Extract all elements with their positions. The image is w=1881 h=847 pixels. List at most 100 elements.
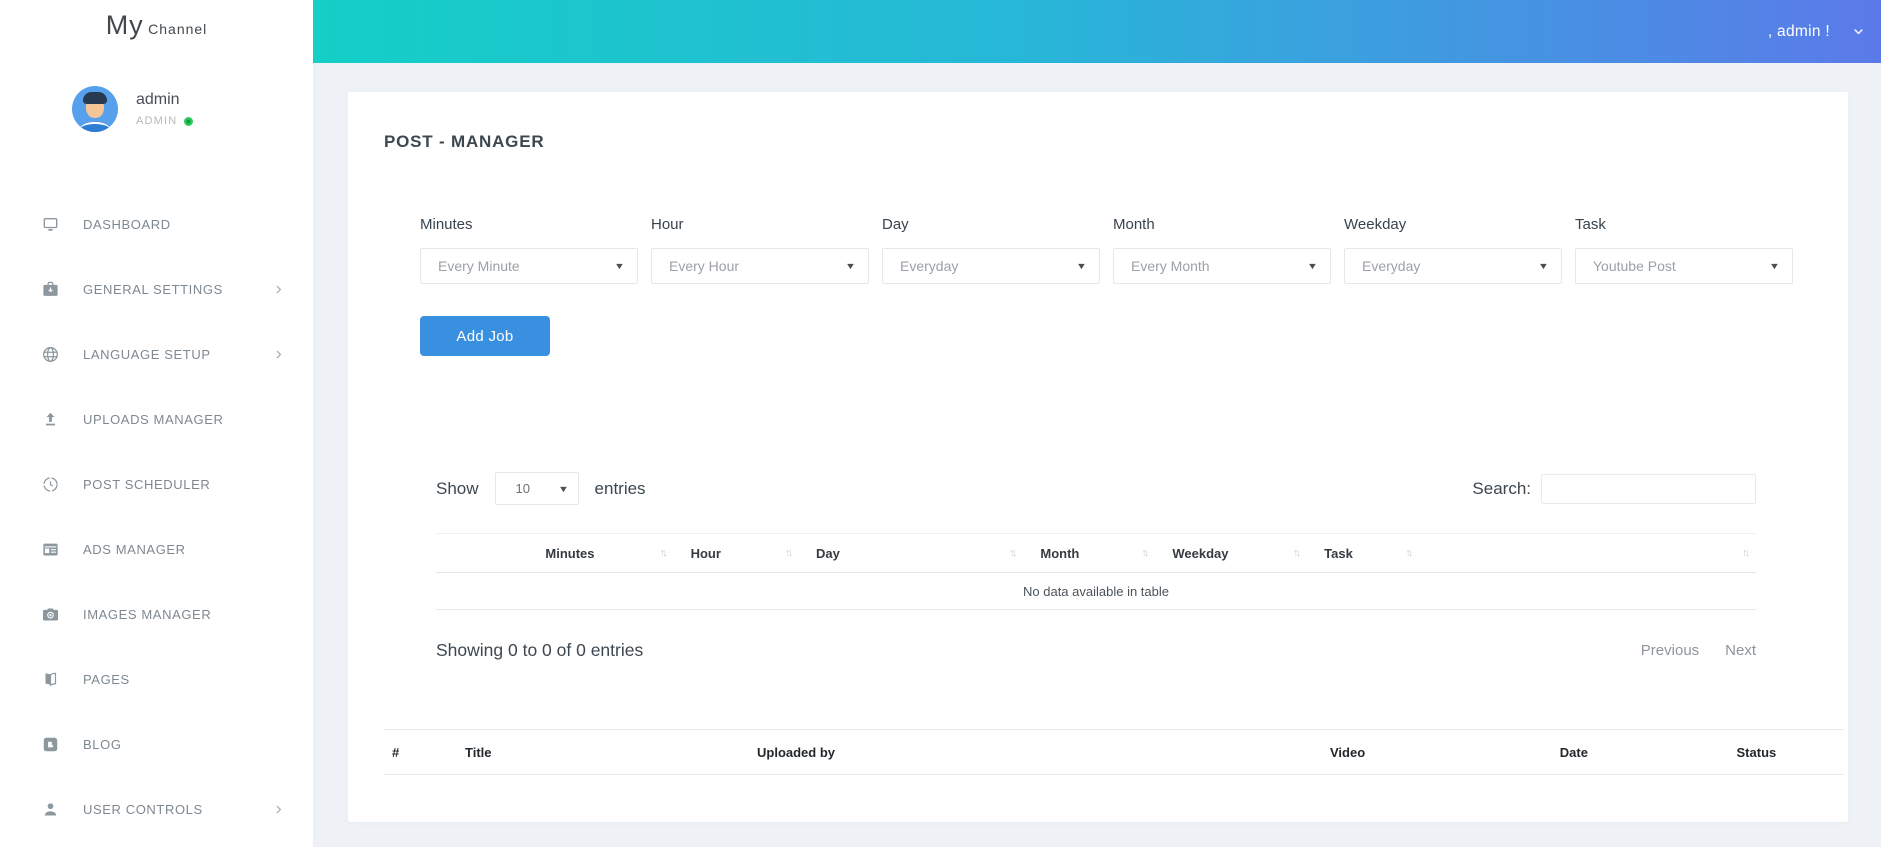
column-header-video: Video [1216,729,1479,775]
page-title: POST - MANAGER [384,132,545,151]
sidebar-item-label: LANGUAGE SETUP [83,347,211,362]
column-label: Hour [690,545,721,561]
sidebar-nav: DASHBOARD GENERAL SETTINGS LANGUAGE SETU… [0,192,313,842]
caret-down-icon: ▼ [1075,261,1088,271]
logo-text-primary: My [105,10,144,40]
book-icon [41,670,60,689]
sidebar-item-label: GENERAL SETTINGS [83,282,223,297]
search-label: Search: [1472,478,1531,498]
sort-icon: ↑↓ [1293,547,1301,559]
top-bar: , admin ! [313,0,1881,63]
ads-grid-icon [41,540,60,559]
column-header-uploaded-by: Uploaded by [749,729,1217,775]
scheduler-form: Minutes Every Minute ▼ Hour Every Hour ▼… [420,216,1848,284]
page-length-control: Show 10 ▼ entries [436,472,646,505]
field-label: Day [882,216,909,233]
column-label: Month [1040,545,1080,561]
field-minutes: Minutes Every Minute ▼ [420,216,638,284]
logo-text-secondary: Channel [148,21,208,37]
minutes-select[interactable]: Every Minute ▼ [420,248,638,284]
sidebar-item-user-controls[interactable]: USER CONTROLS [0,777,313,842]
sidebar-item-label: ADS MANAGER [83,542,186,557]
column-header-title: Title [457,729,749,775]
jobs-datatable: Show 10 ▼ entries Search: Minutes ↑↓ Hou… [436,472,1756,661]
profile-name: admin [136,91,180,108]
page-length-value: 10 [515,481,530,496]
user-icon [41,800,60,819]
caret-down-icon: ▼ [844,261,857,271]
column-header-task[interactable]: Task ↑↓ [1307,533,1420,573]
sidebar-item-pages[interactable]: PAGES [0,647,313,712]
user-dropdown-toggle[interactable]: , admin ! [1768,23,1865,41]
sidebar-item-uploads-manager[interactable]: UPLOADS MANAGER [0,387,313,452]
blog-icon [41,735,60,754]
hour-select[interactable]: Every Hour ▼ [651,248,869,284]
chevron-down-icon [1852,25,1865,38]
next-page-button[interactable]: Next [1725,642,1756,659]
field-label: Hour [651,216,684,233]
sidebar-item-label: UPLOADS MANAGER [83,412,224,427]
sort-icon: ↑↓ [1405,547,1413,559]
sidebar-item-language-setup[interactable]: LANGUAGE SETUP [0,322,313,387]
column-header-weekday[interactable]: Weekday ↑↓ [1155,533,1308,573]
field-hour: Hour Every Hour ▼ [651,216,869,284]
sidebar: My Channel admin ADMIN DASHBOARD GENERAL… [0,0,313,847]
caret-down-icon: ▼ [557,483,569,494]
column-header-hour[interactable]: Hour ↑↓ [673,533,799,573]
table-info: Showing 0 to 0 of 0 entries [436,640,644,660]
column-header-actions[interactable]: ↑↓ [1419,533,1756,573]
weekday-select[interactable]: Everyday ▼ [1344,248,1562,284]
camera-icon [41,605,60,624]
column-header-select[interactable] [436,533,529,573]
table-row: No data available in table [436,572,1756,610]
select-value: Every Hour [669,258,740,274]
previous-page-button[interactable]: Previous [1641,642,1699,659]
column-header-number: # [384,729,457,775]
add-job-button[interactable]: Add Job [420,316,550,356]
column-header-month[interactable]: Month ↑↓ [1023,533,1156,573]
sort-icon: ↑↓ [659,547,668,559]
column-header-day[interactable]: Day ↑↓ [798,533,1024,573]
globe-icon [41,345,60,364]
page-length-select[interactable]: 10 ▼ [494,472,579,505]
month-select[interactable]: Every Month ▼ [1113,248,1331,284]
field-label: Task [1575,216,1606,233]
user-greeting: , admin ! [1767,22,1830,40]
column-label: Minutes [545,545,595,561]
field-month: Month Every Month ▼ [1113,216,1331,284]
profile-role: ADMIN [136,115,178,127]
select-value: Every Minute [438,258,520,274]
column-label: Task [1324,545,1353,561]
search-input[interactable] [1541,473,1756,504]
post-manager-card: POST - MANAGER Minutes Every Minute ▼ Ho… [348,92,1848,822]
column-header-minutes[interactable]: Minutes ↑↓ [528,533,674,573]
avatar [72,86,118,132]
user-profile: admin ADMIN [72,86,313,132]
sidebar-item-general-settings[interactable]: GENERAL SETTINGS [0,257,313,322]
jobs-table: Minutes ↑↓ Hour ↑↓ Day ↑↓ Month ↑↓ Weekday ↑↓… [436,533,1756,610]
column-header-status: Status [1668,729,1844,775]
task-select[interactable]: Youtube Post ▼ [1575,248,1793,284]
sort-icon: ↑↓ [1009,547,1017,559]
select-value: Everyday [900,258,959,274]
sidebar-item-blog[interactable]: BLOG [0,712,313,777]
search-control: Search: [1472,473,1756,504]
timer-icon [41,475,60,494]
sidebar-item-ads-manager[interactable]: ADS MANAGER [0,517,313,582]
select-value: Everyday [1362,258,1421,274]
column-header-date: Date [1478,729,1669,775]
pagination: Previous Next [1641,642,1756,659]
sidebar-item-post-scheduler[interactable]: POST SCHEDULER [0,452,313,517]
show-label: Show [436,478,479,498]
sort-icon: ↑↓ [1742,547,1750,559]
chevron-right-icon [272,348,285,361]
sidebar-item-label: PAGES [83,672,130,687]
sidebar-item-images-manager[interactable]: IMAGES MANAGER [0,582,313,647]
field-label: Minutes [420,216,473,233]
sidebar-item-dashboard[interactable]: DASHBOARD [0,192,313,257]
sort-icon: ↑↓ [784,547,793,559]
caret-down-icon: ▼ [1537,261,1550,271]
app-logo: My Channel [0,0,313,50]
day-select[interactable]: Everyday ▼ [882,248,1100,284]
upload-icon [41,410,60,429]
